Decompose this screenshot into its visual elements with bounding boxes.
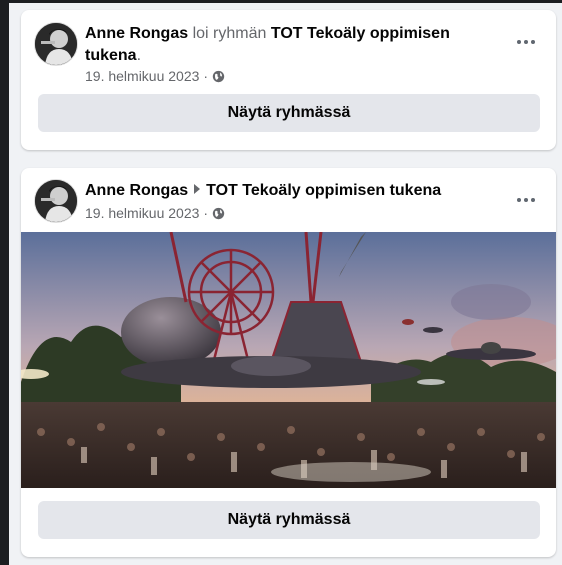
author-name-link[interactable]: Anne Rongas [85, 182, 188, 199]
more-options-button[interactable] [514, 188, 538, 212]
suffix-text: . [136, 47, 142, 64]
post-card-group-created: Anne Rongas loi ryhmän TOT Tekoäly oppim… [21, 10, 556, 150]
meta-separator: · [203, 68, 209, 84]
view-in-group-button[interactable]: Näytä ryhmässä [38, 501, 540, 539]
author-name-link[interactable]: Anne Rongas [85, 25, 188, 42]
post-card-image: Anne Rongas TOT Tekoäly oppimisen tukena … [21, 168, 556, 557]
post-date-link[interactable]: 19. helmikuu 2023 [85, 205, 199, 221]
post-header-text: Anne Rongas TOT Tekoäly oppimisen tukena [85, 180, 508, 202]
group-name-link[interactable]: TOT Tekoäly oppimisen tukena [206, 182, 441, 199]
post-meta: 19. helmikuu 2023 · [85, 205, 225, 221]
post-meta: 19. helmikuu 2023 · [85, 68, 225, 84]
post-image[interactable] [21, 232, 556, 488]
meta-separator: · [203, 205, 209, 221]
globe-icon [212, 207, 225, 219]
globe-icon [212, 70, 225, 82]
action-text: loi ryhmän [192, 25, 267, 42]
view-in-group-button[interactable]: Näytä ryhmässä [38, 94, 540, 132]
window-edge [0, 0, 9, 565]
arrow-right-icon [194, 184, 201, 194]
post-date-link[interactable]: 19. helmikuu 2023 [85, 68, 199, 84]
window-top-edge [9, 0, 562, 3]
more-dots-icon [517, 198, 535, 202]
more-dots-icon [517, 40, 535, 44]
more-options-button[interactable] [514, 30, 538, 54]
avatar[interactable] [34, 22, 78, 66]
post-header-text: Anne Rongas loi ryhmän TOT Tekoäly oppim… [85, 23, 508, 67]
avatar[interactable] [34, 179, 78, 223]
